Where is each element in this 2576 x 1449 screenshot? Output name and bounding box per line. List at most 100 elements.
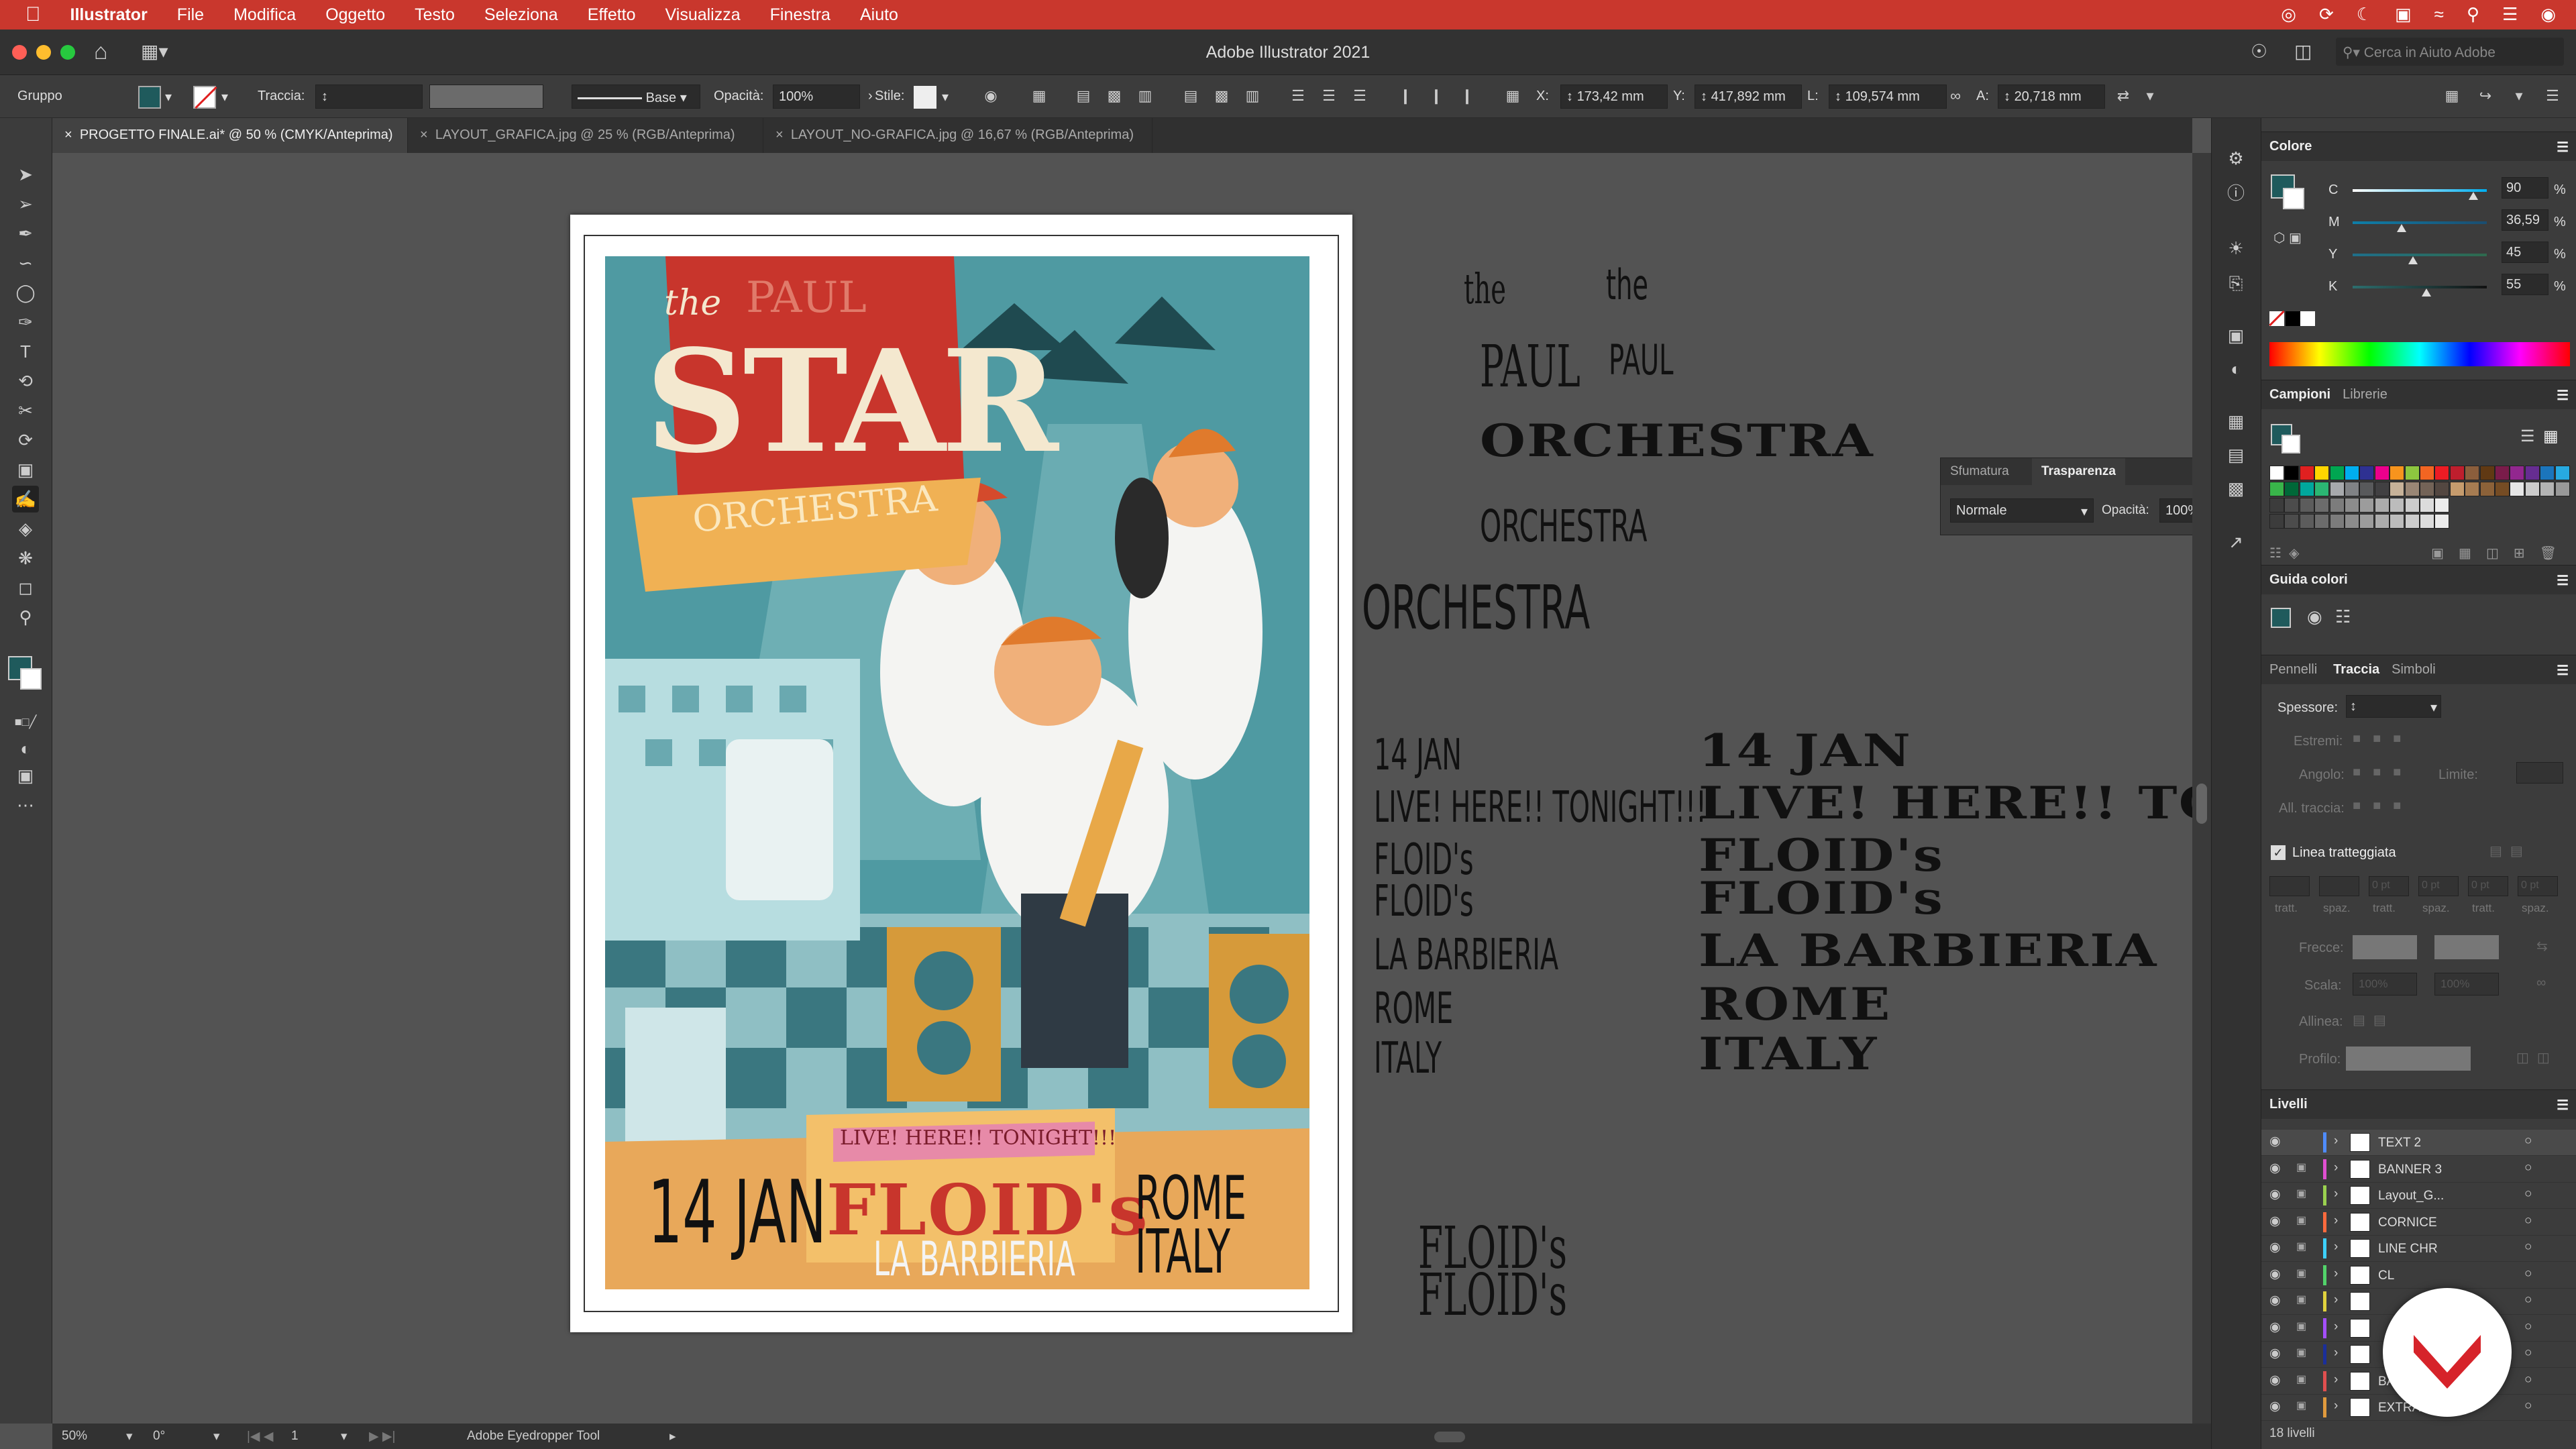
- expand-chevron-icon[interactable]: ›: [2334, 1240, 2338, 1254]
- visibility-eye-icon[interactable]: ◉: [2269, 1373, 2281, 1388]
- lock-icon[interactable]: ▣: [2296, 1187, 2306, 1200]
- profile-select[interactable]: [2346, 1046, 2471, 1071]
- lock-icon[interactable]: ▣: [2296, 1161, 2306, 1174]
- variable-width-field[interactable]: [429, 85, 543, 109]
- panel-menu-icon[interactable]: ☰: [2557, 387, 2569, 404]
- color-swatch[interactable]: [2434, 498, 2450, 513]
- expand-chevron-icon[interactable]: ›: [2334, 1267, 2338, 1281]
- canvas-slab-line[interactable]: FLOID's: [1699, 876, 1944, 920]
- color-swatch[interactable]: [2314, 482, 2330, 496]
- moon-icon[interactable]: ☾: [2357, 4, 2372, 25]
- color-swatch[interactable]: [2510, 482, 2525, 496]
- list-view-icon[interactable]: ☰: [2520, 427, 2535, 446]
- layer-target-icon[interactable]: ○: [2524, 1214, 2532, 1228]
- tab-traccia[interactable]: Traccia: [2333, 662, 2379, 677]
- link-scale-icon[interactable]: ∞: [2536, 975, 2546, 991]
- color-spectrum[interactable]: [2269, 342, 2570, 366]
- chevron-down-icon[interactable]: ▾: [2509, 86, 2529, 106]
- none-color-icon[interactable]: [2269, 310, 2285, 327]
- gradient-tool-icon[interactable]: ▣: [12, 456, 39, 483]
- end-scale-field[interactable]: 100%: [2434, 973, 2499, 996]
- ellipse-tool-icon[interactable]: ◯: [12, 279, 39, 306]
- dash-field-3[interactable]: 0 pt: [2369, 876, 2409, 896]
- blend-tool-icon[interactable]: ◈: [12, 515, 39, 542]
- color-swatch[interactable]: [2269, 514, 2284, 529]
- color-swatch[interactable]: [2390, 482, 2405, 496]
- color-swatch[interactable]: [2524, 466, 2540, 480]
- menu-visualizza[interactable]: Visualizza: [651, 5, 755, 25]
- control-center-icon[interactable]: ☰: [2502, 4, 2518, 25]
- dashed-line-checkbox[interactable]: ✓: [2271, 845, 2286, 860]
- color-swatch[interactable]: [2359, 498, 2375, 513]
- warp-tool-icon[interactable]: ⟳: [12, 427, 39, 453]
- close-tab-icon[interactable]: ×: [775, 127, 784, 142]
- menu-effetto[interactable]: Effetto: [573, 5, 651, 25]
- canvas-cond-line[interactable]: 14 JAN: [1374, 734, 1462, 777]
- vertical-scrollbar[interactable]: [2192, 153, 2211, 1424]
- color-swatch[interactable]: [2495, 466, 2510, 480]
- color-swatch[interactable]: [2420, 514, 2434, 529]
- arrange-icon[interactable]: ▦: [2442, 86, 2462, 106]
- lock-icon[interactable]: ▣: [2296, 1267, 2306, 1280]
- expand-chevron-icon[interactable]: ›: [2334, 1134, 2338, 1148]
- asset-export-icon[interactable]: ↗: [2222, 529, 2249, 555]
- layer-target-icon[interactable]: ○: [2524, 1134, 2532, 1148]
- swap-arrows-icon[interactable]: ⇆: [2536, 938, 2548, 955]
- distribute-right-icon[interactable]: ❙: [1457, 86, 1477, 106]
- cap-buttons[interactable]: ■■■: [2353, 731, 2413, 747]
- type-tool-icon[interactable]: T: [12, 338, 39, 365]
- properties-icon[interactable]: ⚙: [2222, 145, 2249, 172]
- menu-app[interactable]: Illustrator: [56, 5, 162, 25]
- color-swatch[interactable]: [2465, 482, 2480, 496]
- canvas-slab-line[interactable]: LIVE! HERE!! TO: [1699, 781, 2192, 825]
- reference-point-icon[interactable]: ▦: [1503, 86, 1523, 106]
- distribute-center-icon[interactable]: ❙: [1426, 86, 1446, 106]
- visibility-eye-icon[interactable]: ◉: [2269, 1240, 2281, 1255]
- chevron-down-icon[interactable]: ▾: [942, 89, 949, 105]
- scroll-thumb[interactable]: [2196, 784, 2207, 824]
- isolate-icon[interactable]: ↪: [2475, 86, 2496, 106]
- color-swatch[interactable]: [2449, 466, 2465, 480]
- color-swatch[interactable]: [2345, 466, 2359, 480]
- color-swatch[interactable]: [2540, 466, 2555, 480]
- channel-y-knob[interactable]: [2408, 256, 2418, 264]
- tab-sfumatura[interactable]: Sfumatura: [1950, 464, 2009, 479]
- canvas-text-orchestra-cond-2[interactable]: ORCHESTRA: [1362, 578, 1590, 639]
- visibility-eye-icon[interactable]: ◉: [2269, 1187, 2281, 1202]
- color-swatch[interactable]: [2555, 482, 2570, 496]
- channel-c-field[interactable]: 90: [2502, 177, 2548, 199]
- color-swatch[interactable]: [2269, 482, 2284, 496]
- layer-target-icon[interactable]: ○: [2524, 1373, 2532, 1387]
- chevron-down-icon[interactable]: ▾: [221, 89, 228, 105]
- transform-panel-icon[interactable]: ▦: [2222, 408, 2249, 435]
- visibility-eye-icon[interactable]: ◉: [2269, 1346, 2281, 1361]
- black-swatch[interactable]: [2286, 311, 2300, 326]
- scissors-tool-icon[interactable]: ✂: [12, 397, 39, 424]
- visibility-eye-icon[interactable]: ◉: [2269, 1293, 2281, 1308]
- width-field[interactable]: ↕ 109,574 mm: [1829, 85, 1947, 109]
- layer-row[interactable]: ◉ ▣ › CORNICE ○: [2261, 1210, 2576, 1236]
- align-grid-icon[interactable]: ▦: [1029, 86, 1049, 106]
- panel-menu-icon[interactable]: ☰: [2542, 86, 2563, 106]
- color-swatch[interactable]: [2434, 514, 2450, 529]
- tab-layout-no-grafica[interactable]: × LAYOUT_NO-GRAFICA.jpg @ 16,67 % (RGB/A…: [763, 118, 1152, 153]
- creative-cloud-icon[interactable]: ◎: [2281, 4, 2296, 25]
- color-swatch[interactable]: [2420, 482, 2434, 496]
- lock-icon[interactable]: ▣: [2296, 1240, 2306, 1253]
- blend-mode-select[interactable]: Normale ▾: [1950, 498, 2094, 523]
- chevron-down-icon[interactable]: ▾: [341, 1429, 347, 1444]
- color-swatch[interactable]: [2390, 514, 2405, 529]
- layer-row[interactable]: ◉ ▣ › CL ○: [2261, 1263, 2576, 1289]
- color-swatch[interactable]: [2284, 514, 2300, 529]
- canvas-cond-line[interactable]: FLOID's: [1374, 839, 1474, 881]
- canvas-text-orchestra-cond[interactable]: ORCHESTRA: [1480, 504, 1648, 549]
- channel-y-slider[interactable]: [2353, 254, 2487, 256]
- screen-mode-icon[interactable]: ▣: [12, 762, 39, 789]
- tab-campioni[interactable]: Campioni: [2269, 387, 2330, 402]
- swatch-kind-icon[interactable]: ◈: [2289, 546, 2299, 561]
- color-swatch[interactable]: [2284, 482, 2300, 496]
- tab-simboli[interactable]: Simboli: [2392, 662, 2436, 677]
- gamut-icon[interactable]: ⬡ ▣: [2273, 229, 2302, 246]
- link-proportions-icon[interactable]: ∞: [1945, 86, 1966, 106]
- stroke-weight-input[interactable]: ↕ ▾: [2346, 695, 2441, 718]
